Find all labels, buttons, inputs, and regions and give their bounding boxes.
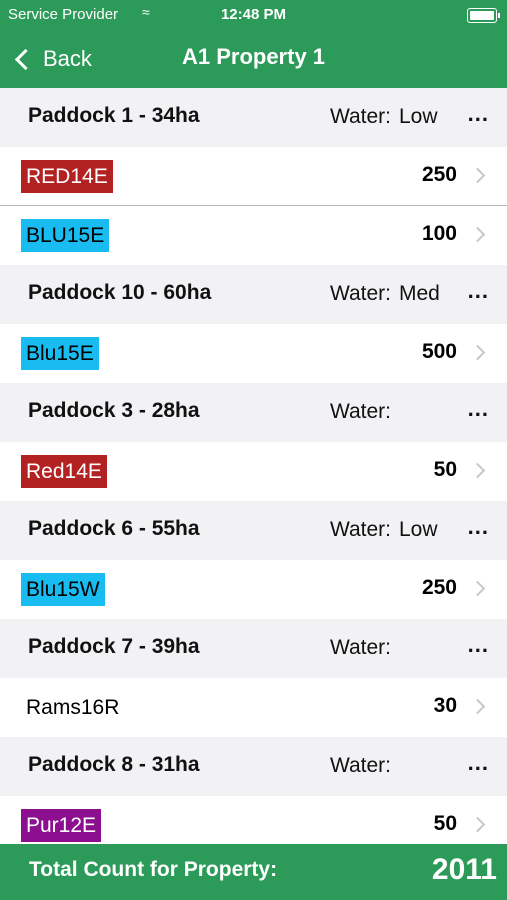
mob-row[interactable]: Red14E 50 [0, 442, 507, 501]
mob-tag: Blu15E [21, 337, 99, 370]
status-bar: Service Provider ≈ 12:48 PM [0, 0, 507, 30]
mob-row[interactable]: Rams16R 30 [0, 678, 507, 737]
mob-count: 50 [433, 458, 457, 481]
mob-tag: RED14E [21, 160, 113, 193]
mob-row[interactable]: Blu15E 500 [0, 324, 507, 383]
paddock-header-row: Paddock 8 - 31ha Water:... [0, 737, 507, 796]
water-level: Low [399, 105, 438, 128]
more-options-icon[interactable]: ... [468, 750, 489, 776]
chevron-right-icon [469, 226, 486, 243]
water-level: Med [399, 282, 440, 305]
paddock-name: Paddock 8 - 31ha [28, 753, 200, 776]
mob-count: 100 [421, 222, 457, 245]
mob-tag: Rams16R [26, 696, 120, 719]
mob-row[interactable]: Pur12E 50 [0, 796, 507, 844]
more-options-icon[interactable]: ... [468, 632, 489, 658]
mob-tag: Pur12E [21, 809, 102, 842]
water-status: Water: Med [330, 282, 451, 306]
paddock-header-row: Paddock 3 - 28ha Water:... [0, 383, 507, 442]
navigation-bar: Back A1 Property 1 [0, 30, 507, 88]
more-options-icon[interactable]: ... [468, 396, 489, 422]
paddock-name: Paddock 7 - 39ha [28, 635, 200, 658]
water-label: Water: [329, 282, 391, 305]
more-options-icon[interactable]: ... [468, 514, 489, 540]
water-level: Low [399, 518, 438, 541]
water-label: Water: [329, 518, 391, 541]
battery-icon [467, 8, 500, 23]
paddock-header-row: Paddock 7 - 39ha Water:... [0, 619, 507, 678]
mob-tag: Blu15W [21, 573, 105, 606]
total-label: Total Count for Property: [29, 858, 278, 881]
chevron-right-icon [469, 580, 486, 597]
paddock-header-row: Paddock 6 - 55ha Water: Low... [0, 501, 507, 560]
paddock-name: Paddock 6 - 55ha [28, 517, 200, 540]
mob-count: 50 [433, 812, 457, 835]
total-count: 2011 [431, 853, 497, 886]
mob-count: 30 [433, 694, 457, 717]
water-label: Water: [329, 105, 391, 128]
water-status: Water: [330, 754, 451, 778]
chevron-right-icon [469, 462, 486, 479]
mob-row[interactable]: Blu15W 250 [0, 560, 507, 619]
status-time: 12:48 PM [220, 6, 287, 23]
chevron-right-icon [469, 698, 486, 715]
water-status: Water: Low [330, 518, 451, 542]
paddock-header-row: Paddock 1 - 34ha Water: Low... [0, 88, 507, 147]
chevron-right-icon [469, 167, 486, 184]
app-header: Service Provider ≈ 12:48 PM Back A1 Prop… [0, 0, 507, 88]
mob-count: 500 [421, 340, 457, 363]
page-title: A1 Property 1 [181, 44, 326, 69]
water-status: Water: [330, 400, 451, 424]
mob-count: 250 [421, 163, 457, 186]
chevron-right-icon [469, 344, 486, 361]
mob-tag: Red14E [21, 455, 107, 488]
paddock-name: Paddock 1 - 34ha [28, 104, 200, 127]
total-footer: Total Count for Property: 2011 [0, 844, 507, 900]
paddock-name: Paddock 3 - 28ha [28, 399, 200, 422]
mob-row[interactable]: RED14E 250 [0, 147, 507, 206]
mob-tag: BLU15E [21, 219, 110, 252]
chevron-right-icon [469, 816, 486, 833]
more-options-icon[interactable]: ... [468, 101, 489, 127]
water-status: Water: Low [330, 105, 451, 129]
mob-count: 250 [421, 576, 457, 599]
more-options-icon[interactable]: ... [468, 278, 489, 304]
paddock-list[interactable]: Paddock 1 - 34ha Water: Low... RED14E 250 BLU… [0, 88, 507, 844]
mob-row[interactable]: BLU15E 100 [0, 206, 507, 265]
water-label: Water: [329, 754, 391, 777]
water-status: Water: [330, 636, 451, 660]
water-label: Water: [329, 636, 391, 659]
water-label: Water: [329, 400, 391, 423]
paddock-name: Paddock 10 - 60ha [28, 281, 212, 304]
paddock-header-row: Paddock 10 - 60ha Water: Med... [0, 265, 507, 324]
